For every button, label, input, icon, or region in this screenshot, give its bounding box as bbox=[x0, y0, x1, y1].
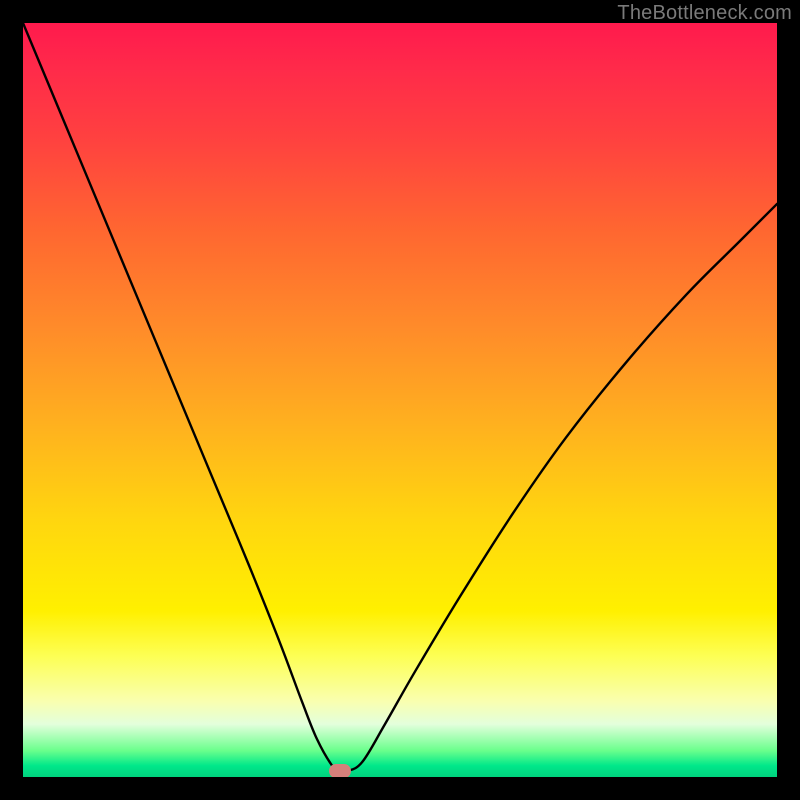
bottleneck-curve bbox=[23, 23, 777, 777]
watermark-text: TheBottleneck.com bbox=[617, 2, 792, 25]
plot-area bbox=[23, 23, 777, 777]
optimum-marker bbox=[329, 764, 351, 777]
chart-frame: TheBottleneck.com bbox=[0, 0, 800, 800]
